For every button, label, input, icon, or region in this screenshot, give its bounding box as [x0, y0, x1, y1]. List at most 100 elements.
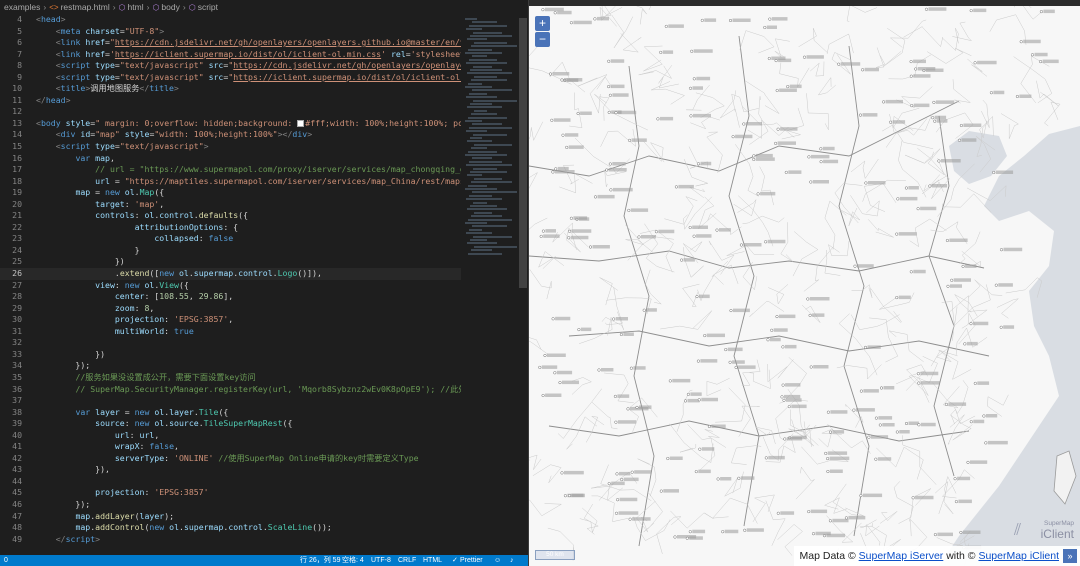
code-line[interactable]: 14 <div id="map" style="width: 100%;heig… [0, 129, 518, 141]
city-label [995, 170, 1014, 174]
code-line[interactable]: 28 center: [108.55, 29.86], [0, 291, 518, 303]
code-line[interactable]: 12 [0, 106, 518, 118]
road [781, 107, 805, 140]
code-text: controls: ol.control.defaults({ [95, 210, 248, 221]
status-eol[interactable]: CRLF [398, 555, 416, 566]
code-line[interactable]: 23 collapsed: false [0, 233, 518, 245]
code-line[interactable]: 26 .extend([new ol.supermap.control.Logo… [0, 268, 518, 280]
line-number: 47 [12, 510, 22, 521]
code-line[interactable]: 20 target: 'map', [0, 199, 518, 211]
code-line[interactable]: 9 <script type="text/javascript" src="ht… [0, 72, 518, 84]
code-line[interactable]: 19 map = new ol.Map({ [0, 187, 518, 199]
minimap-line [466, 164, 512, 167]
code-line[interactable]: 48 map.addControl(new ol.supermap.contro… [0, 522, 518, 534]
code-line[interactable]: 45 projection: 'EPSG:3857' [0, 487, 518, 499]
city-label [557, 10, 572, 15]
code-line[interactable]: 25 }) [0, 256, 518, 268]
code-line[interactable]: 44 [0, 476, 518, 488]
city-label [920, 206, 937, 211]
city-label [883, 386, 895, 390]
city-dot [607, 59, 611, 63]
code-line[interactable]: 29 zoom: 8, [0, 303, 518, 315]
breadcrumb-html[interactable]: html [128, 2, 144, 12]
code-line[interactable]: 22 attributionOptions: { [0, 222, 518, 234]
map-view[interactable]: + − ⫽ SuperMap iClient 50 km Map Data © … [529, 6, 1080, 566]
city-dot [577, 328, 581, 332]
code-line[interactable]: 8 <script type="text/javascript" src="ht… [0, 60, 518, 72]
attribution-link-iclient[interactable]: SuperMap iClient [978, 550, 1059, 562]
code-text: // url = "https://www.supermapol.com/pro… [95, 164, 470, 175]
code-line[interactable]: 46 }); [0, 499, 518, 511]
editor-scrollbar[interactable] [518, 14, 528, 555]
code-line[interactable]: 10 <title>调用地图服务</title> [0, 83, 518, 95]
breadcrumb-script[interactable]: script [198, 2, 218, 12]
code-line[interactable]: 30 projection: 'EPSG:3857', [0, 314, 518, 326]
zoom-in-button[interactable]: + [535, 16, 550, 31]
code-line[interactable]: 7 <link href='https://iclient.supermap.i… [0, 49, 518, 61]
code-line[interactable]: 32 [0, 337, 518, 349]
road [879, 511, 898, 524]
breadcrumb-root[interactable]: examples [4, 2, 40, 12]
code-line[interactable]: 41 wrapX: false, [0, 441, 518, 453]
road [767, 359, 794, 383]
code-line[interactable]: 24 } [0, 245, 518, 257]
scrollbar-thumb[interactable] [519, 18, 527, 288]
zoom-out-button[interactable]: − [535, 32, 550, 47]
road [1023, 6, 1043, 20]
code-line[interactable]: 18 url = "https://maptiles.supermapol.co… [0, 176, 518, 188]
code-line[interactable]: 5 <meta charset="UTF-8"> [0, 26, 518, 38]
code-line[interactable]: 27 view: new ol.View({ [0, 280, 518, 292]
status-prettier[interactable]: Prettier [460, 555, 483, 566]
code-line[interactable]: 49 </script> [0, 534, 518, 546]
code-line[interactable]: 16 var map, [0, 153, 518, 165]
status-language[interactable]: HTML [423, 555, 442, 566]
minimap-line [465, 154, 507, 156]
code-line[interactable]: 39 source: new ol.source.TileSuperMapRes… [0, 418, 518, 430]
city-dot [807, 510, 811, 514]
status-problems[interactable]: 0 [4, 555, 8, 566]
code-area[interactable]: 4 <head> 5 <meta charset="UTF-8"> 6 <link h… [0, 14, 518, 555]
breadcrumb-file[interactable]: restmap.html [61, 2, 110, 12]
road [689, 186, 706, 199]
city-dot [764, 456, 768, 460]
code-line[interactable]: 34 }); [0, 360, 518, 372]
code-line[interactable]: 38 var layer = new ol.layer.Tile({ [0, 407, 518, 419]
code-line[interactable]: 17 // url = "https://www.supermapol.com/… [0, 164, 518, 176]
code-line[interactable]: 15 <script type="text/javascript"> [0, 141, 518, 153]
code-line[interactable]: 42 serverType: 'ONLINE' //使用SuperMap Onl… [0, 453, 518, 465]
city-label [961, 138, 977, 142]
code-line[interactable]: 35 //服务如果没设置成公开，需要下面设置key访问 [0, 372, 518, 384]
road [996, 298, 1020, 319]
road [768, 284, 789, 305]
city-dot [558, 381, 562, 385]
status-indentation[interactable]: 空格: 4 [342, 555, 364, 566]
code-line[interactable]: 40 url: url, [0, 430, 518, 442]
code-line[interactable]: 21 controls: ol.control.defaults({ [0, 210, 518, 222]
city-label [770, 337, 781, 342]
code-line[interactable]: 43 }), [0, 464, 518, 476]
account-icon[interactable]: ☺ [494, 555, 501, 566]
road [559, 173, 593, 194]
code-line[interactable]: 37 [0, 395, 518, 407]
code-line[interactable]: 11 </head> [0, 95, 518, 107]
map-canvas[interactable] [529, 6, 1080, 566]
status-encoding[interactable]: UTF-8 [371, 555, 391, 566]
breadcrumb-body[interactable]: body [161, 2, 179, 12]
city-label [641, 235, 656, 239]
minimap[interactable] [461, 14, 518, 555]
code-line[interactable]: 47 map.addLayer(layer); [0, 511, 518, 523]
road [566, 416, 598, 450]
attribution-toggle-button[interactable]: » [1063, 549, 1077, 564]
code-line[interactable]: 33 }) [0, 349, 518, 361]
line-number: 43 [12, 464, 22, 475]
bell-icon[interactable]: ♪ [510, 555, 514, 566]
code-line[interactable]: 6 <link href="https://cdn.jsdelivr.net/g… [0, 37, 518, 49]
status-cursor-position[interactable]: 行 26，列 59 [300, 555, 340, 566]
attribution-link-iserver[interactable]: SuperMap iServer [859, 550, 944, 562]
code-line[interactable]: 13 <body style=" margin: 0;overflow: hidd… [0, 118, 518, 130]
code-line[interactable]: 4 <head> [0, 14, 518, 26]
city-label [913, 103, 930, 108]
code-line[interactable]: 31 multiWorld: true [0, 326, 518, 338]
city-dot [874, 416, 878, 420]
code-line[interactable]: 36 // SuperMap.SecurityManager.registerK… [0, 384, 518, 396]
